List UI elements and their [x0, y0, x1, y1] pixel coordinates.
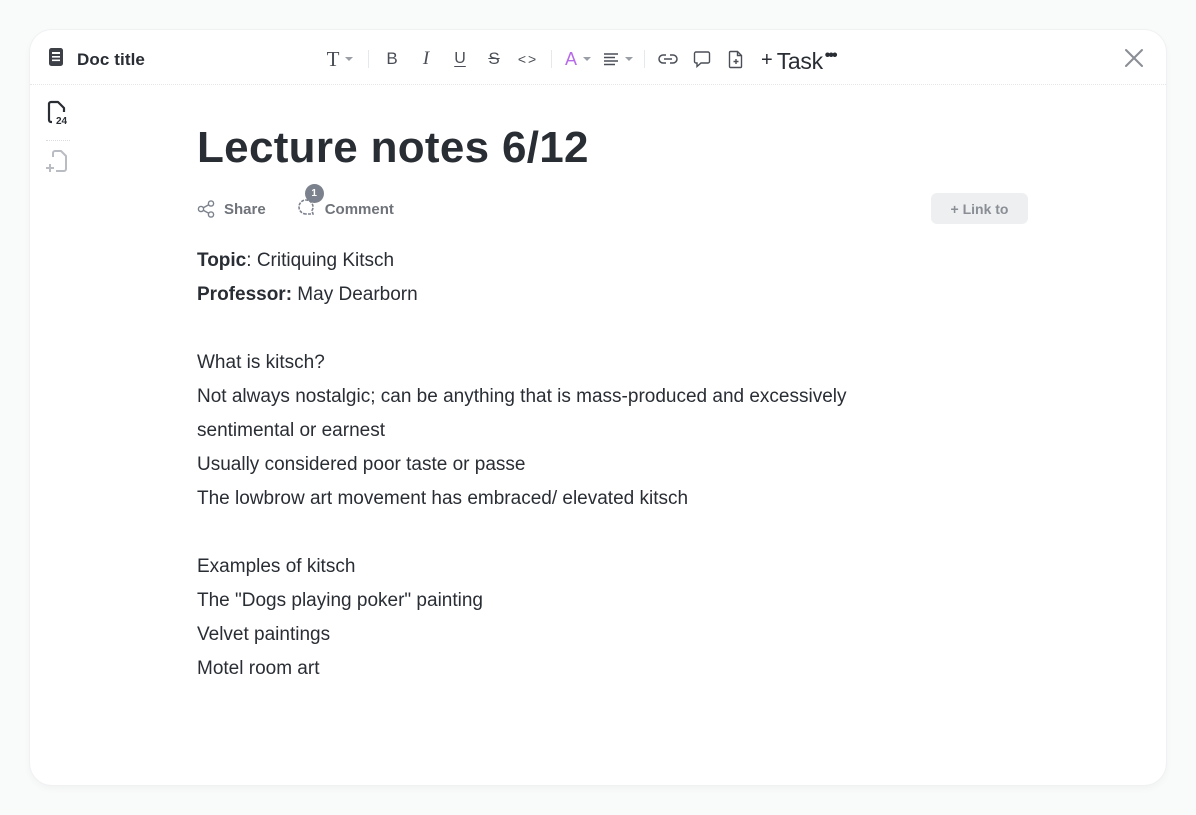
- italic-button[interactable]: I: [409, 45, 443, 73]
- doc-content: Lecture notes 6/12 Share 1 Comment + Lin…: [197, 120, 1028, 686]
- topic-label: Topic: [197, 250, 247, 271]
- align-dropdown[interactable]: [598, 45, 638, 73]
- share-icon: [197, 200, 215, 218]
- paragraph-line: Usually considered poor taste or passe: [197, 454, 526, 475]
- empty-line: [197, 516, 1007, 550]
- add-page-icon: [46, 150, 67, 172]
- share-label: Share: [224, 200, 266, 218]
- strikethrough-button[interactable]: S: [477, 45, 511, 73]
- align-left-icon: [603, 52, 619, 66]
- comment-count-badge: 1: [304, 184, 324, 203]
- insert-doc-button[interactable]: [719, 45, 753, 73]
- comment-icon-wrap: 1: [296, 184, 324, 220]
- topic-value: Critiquing Kitsch: [256, 250, 395, 271]
- chevron-down-icon: [345, 57, 354, 61]
- comment-label: Comment: [324, 200, 394, 218]
- close-button[interactable]: [1122, 46, 1146, 70]
- task-label: Task: [776, 48, 823, 74]
- share-button[interactable]: Share: [197, 200, 266, 218]
- doc-body[interactable]: Topic: Critiquing Kitsch Professor: May …: [197, 244, 1007, 686]
- paragraph-line: The lowbrow art movement has embraced/ e…: [197, 488, 689, 509]
- doc-actions-row: Share 1 Comment + Link to: [197, 184, 1028, 226]
- add-page-button[interactable]: [44, 149, 70, 179]
- document-icon: [47, 47, 65, 72]
- toolbar-divider: [644, 50, 645, 68]
- top-bar: Doc title T B I U S <> A + Task •••: [30, 30, 1166, 85]
- comment-toggle-button[interactable]: 1 Comment: [296, 184, 394, 220]
- code-icon: <>: [517, 51, 539, 67]
- paragraph-line: sentimental or earnest: [197, 420, 385, 441]
- formatting-toolbar: T B I U S <> A + Task •••: [318, 45, 838, 74]
- link-button[interactable]: [651, 45, 685, 73]
- professor-label: Professor:: [197, 284, 293, 305]
- strikethrough-icon: S: [488, 49, 500, 68]
- italic-icon: I: [422, 48, 430, 69]
- paragraph-line: Velvet paintings: [197, 624, 331, 645]
- professor-line: Professor: May Dearborn: [197, 278, 1007, 312]
- topic-separator: :: [246, 250, 257, 271]
- doc-title-area[interactable]: Doc title: [47, 47, 145, 72]
- chevron-down-icon: [583, 57, 591, 61]
- toolbar-divider: [551, 50, 552, 68]
- link-icon: [658, 53, 678, 65]
- text-style-icon: T: [326, 46, 340, 71]
- paragraph-line: Examples of kitsch: [197, 556, 356, 577]
- topic-line: Topic: Critiquing Kitsch: [197, 244, 1007, 278]
- add-task-button[interactable]: + Task •••: [761, 47, 838, 74]
- doc-sidebar: 24: [44, 100, 74, 179]
- doc-title[interactable]: Doc title: [77, 50, 145, 70]
- text-style-dropdown[interactable]: T: [318, 45, 362, 73]
- toolbar-divider: [368, 50, 369, 68]
- comment-icon: [693, 50, 711, 68]
- page-title[interactable]: Lecture notes 6/12: [197, 120, 1007, 176]
- underline-icon: U: [454, 50, 466, 67]
- plus-icon: +: [761, 49, 773, 71]
- pages-button[interactable]: 24: [44, 100, 70, 130]
- code-button[interactable]: <>: [511, 45, 545, 73]
- sidebar-divider: [46, 140, 70, 141]
- link-to-button[interactable]: + Link to: [931, 193, 1028, 224]
- text-color-icon: A: [564, 48, 577, 69]
- file-plus-icon: [728, 50, 744, 69]
- bold-button[interactable]: B: [375, 45, 409, 73]
- paragraph-line: Not always nostalgic; can be anything th…: [197, 386, 847, 407]
- doc-window: Doc title T B I U S <> A + Task ••• 24 L…: [30, 30, 1166, 785]
- underline-button[interactable]: U: [443, 45, 477, 73]
- page-count: 24: [56, 116, 68, 127]
- professor-value: May Dearborn: [292, 284, 418, 305]
- bold-icon: B: [386, 49, 398, 68]
- comment-button[interactable]: [685, 45, 719, 73]
- empty-line: [197, 312, 1007, 346]
- paragraph-line: What is kitsch?: [197, 352, 325, 373]
- chevron-down-icon: [625, 57, 633, 61]
- paragraph-line: Motel room art: [197, 658, 320, 679]
- paragraph-line: The "Dogs playing poker" painting: [197, 590, 483, 611]
- close-icon: [1125, 49, 1143, 67]
- more-icon[interactable]: •••: [825, 47, 838, 65]
- text-color-dropdown[interactable]: A: [558, 45, 598, 73]
